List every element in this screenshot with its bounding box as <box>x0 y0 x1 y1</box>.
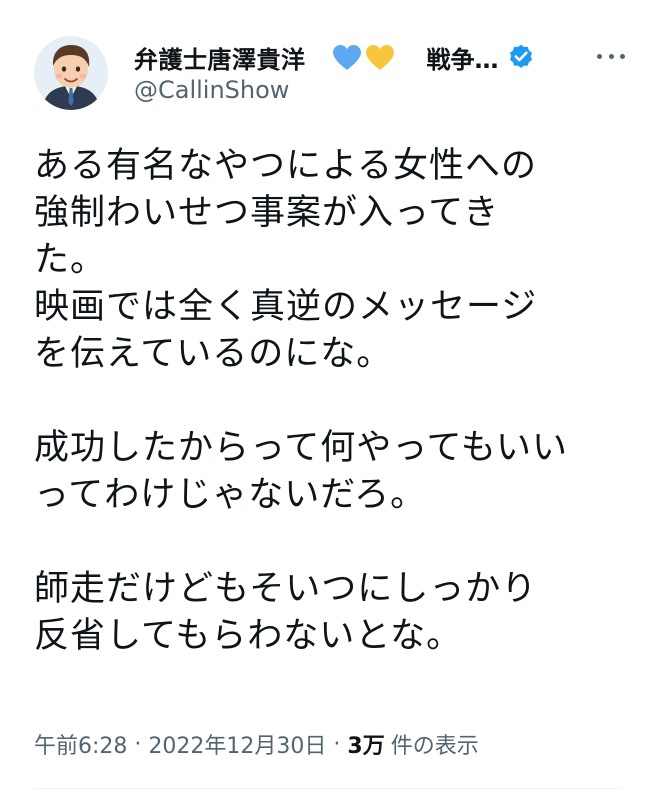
views-count[interactable]: 3万 <box>347 728 384 760</box>
tweet-time[interactable]: 午前6:28 <box>34 728 127 760</box>
author-handle[interactable]: @CallinShow <box>134 76 289 104</box>
tweet-meta: 午前6:28 · 2022年12月30日 · 3万 件の表示 <box>34 728 479 760</box>
yellow-heart-icon <box>365 44 394 70</box>
heart-emojis <box>332 44 395 71</box>
author-name-row: 弁護士唐澤貴洋 戦争… <box>134 40 535 74</box>
blue-heart-shape <box>332 44 361 70</box>
avatar-illustration <box>34 36 108 110</box>
meta-separator: · <box>134 731 142 757</box>
meta-separator: · <box>333 731 341 757</box>
blue-heart-icon <box>332 44 361 70</box>
verified-badge-icon[interactable] <box>507 43 535 71</box>
more-dots-icon[interactable] <box>597 46 625 66</box>
yellow-heart-shape <box>365 44 394 70</box>
tweet-card: 弁護士唐澤貴洋 戦争… @CallinShow ある有名なやつによる女性への 強… <box>0 0 655 794</box>
display-name-continuation[interactable]: 戦争… <box>427 40 499 75</box>
tweet-text: ある有名なやつによる女性への 強制わいせつ事案が入ってき た。 映画では全く真逆… <box>34 146 569 656</box>
divider <box>34 788 621 789</box>
display-name[interactable]: 弁護士唐澤貴洋 <box>134 40 306 75</box>
tweet-date[interactable]: 2022年12月30日 <box>148 728 326 760</box>
avatar[interactable] <box>34 36 108 110</box>
verified-badge-shape <box>509 44 532 68</box>
views-label[interactable]: 件の表示 <box>391 728 479 760</box>
